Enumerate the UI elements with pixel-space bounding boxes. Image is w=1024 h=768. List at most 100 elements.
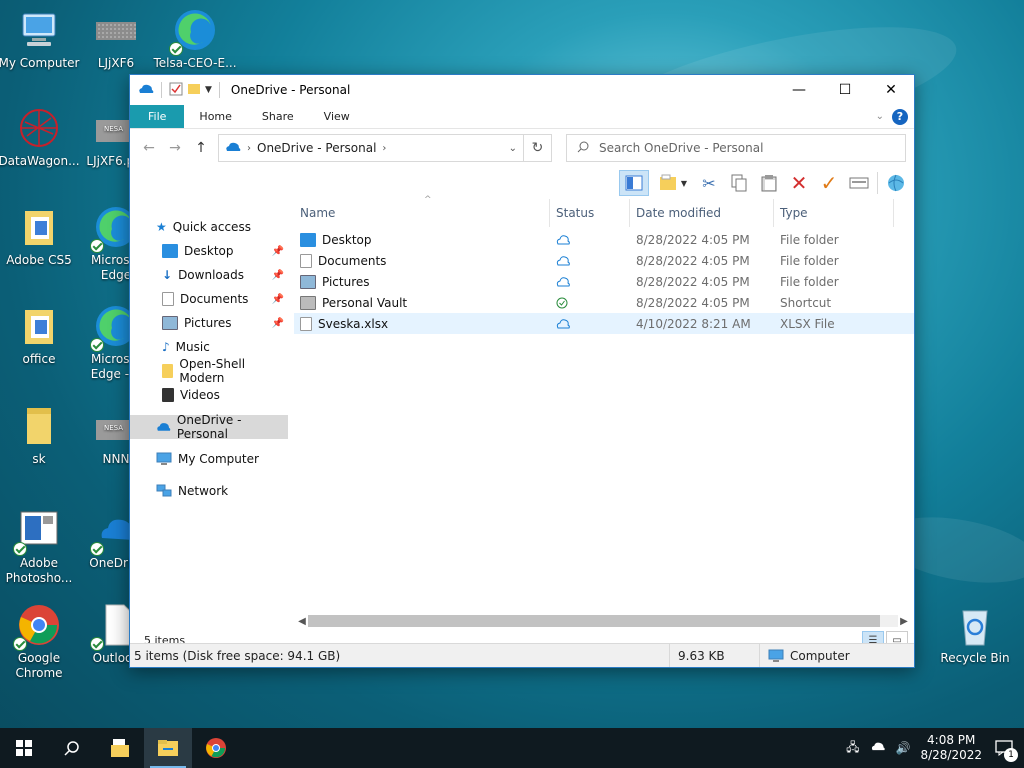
nav-item-desktop[interactable]: Desktop 📌 [130, 239, 288, 263]
properties-icon[interactable] [847, 171, 871, 195]
column-header-row: ^ Name Status Date modified Type [294, 195, 914, 227]
pin-icon[interactable]: 📌 [272, 294, 284, 305]
nav-item-documents[interactable]: Documents 📌 [130, 287, 288, 311]
divider [218, 82, 220, 98]
forward-button[interactable]: → [162, 135, 188, 161]
table-row[interactable]: Personal Vault 8/28/2022 4:05 PM Shortcu… [294, 292, 914, 313]
paste-icon[interactable] [757, 171, 781, 195]
table-row[interactable]: Pictures 8/28/2022 4:05 PM File folder [294, 271, 914, 292]
column-name[interactable]: Name [294, 199, 550, 227]
table-row[interactable]: Desktop 8/28/2022 4:05 PM File folder [294, 229, 914, 250]
refresh-button[interactable]: ↻ [524, 134, 552, 162]
desktop-icon-sk[interactable]: sk [0, 404, 81, 467]
nav-my-computer[interactable]: My Computer [130, 447, 288, 471]
column-type[interactable]: Type [774, 199, 894, 227]
back-button[interactable]: ← [136, 135, 162, 161]
cloud-status-icon [556, 318, 570, 328]
file-explorer-window: ▼ OneDrive - Personal — ☐ ✕ File Home Sh… [129, 74, 915, 668]
taskbar-app-documents[interactable] [96, 728, 144, 768]
chevron-down-icon[interactable]: ⌄ [509, 143, 517, 154]
pin-icon[interactable]: 📌 [272, 246, 284, 257]
nav-label: Open-Shell Modern [179, 357, 246, 385]
desktop-icon-google-chrome[interactable]: Google Chrome [0, 603, 81, 681]
desktop-icon-ljjxf6[interactable]: LJjXF6 [74, 8, 158, 71]
address-bar[interactable]: › OneDrive - Personal › ⌄ [218, 134, 524, 162]
new-folder-icon[interactable]: ▼ [655, 171, 691, 195]
nav-onedrive[interactable]: OneDrive - Personal [130, 413, 288, 441]
column-status[interactable]: Status [550, 199, 630, 227]
file-explorer-icon [158, 740, 178, 756]
properties-icon[interactable] [169, 82, 183, 99]
column-date-modified[interactable]: Date modified [630, 199, 774, 227]
preview-pane-button[interactable] [619, 170, 649, 196]
status-size: 9.63 KB [670, 644, 760, 667]
scroll-right-icon[interactable]: ▶ [898, 616, 910, 627]
taskbar-app-file-explorer[interactable] [144, 728, 192, 768]
nav-quick-access[interactable]: ★ Quick access [130, 215, 288, 239]
search-button[interactable] [48, 728, 96, 768]
delete-icon[interactable]: ✕ [787, 171, 811, 195]
desktop-icon-datawagon[interactable]: DataWagon... [0, 106, 81, 169]
up-button[interactable]: ↑ [188, 135, 214, 161]
pin-icon[interactable]: 📌 [272, 270, 284, 281]
title-bar[interactable]: ▼ OneDrive - Personal — ☐ ✕ [130, 75, 914, 105]
photoshop-icon [13, 508, 61, 556]
recycle-bin-icon [953, 603, 997, 647]
rename-icon[interactable]: ✓ [817, 171, 841, 195]
horizontal-scrollbar[interactable]: ◀ ▶ [296, 613, 910, 629]
chevron-right-icon[interactable]: › [382, 143, 386, 154]
sync-check-icon [90, 239, 104, 253]
help-button[interactable]: ? [892, 108, 908, 125]
chevron-down-icon[interactable]: ▼ [205, 85, 212, 95]
scroll-track[interactable] [308, 615, 898, 627]
copy-icon[interactable] [727, 171, 751, 195]
close-button[interactable]: ✕ [868, 75, 914, 105]
expand-ribbon-icon[interactable]: ⌄ [876, 111, 884, 122]
computer-icon [17, 8, 61, 52]
onedrive-tray-icon[interactable] [870, 741, 886, 755]
file-date: 4/10/2022 8:21 AM [636, 316, 751, 331]
tab-file[interactable]: File [130, 105, 185, 128]
search-box[interactable]: Search OneDrive - Personal [566, 134, 906, 162]
volume-icon[interactable]: 🔊 [896, 741, 911, 755]
taskbar-app-chrome[interactable] [192, 728, 240, 768]
globe-icon[interactable] [884, 171, 908, 195]
desktop-icon-my-computer[interactable]: My Computer [0, 8, 81, 71]
clock[interactable]: 4:08 PM 8/28/2022 [920, 733, 982, 763]
start-button[interactable] [0, 728, 48, 768]
nav-item-open-shell[interactable]: Open-Shell Modern [130, 357, 288, 385]
tab-view[interactable]: View [309, 105, 365, 128]
desktop-icon-adobe-photoshop[interactable]: Adobe Photosho... [0, 508, 81, 586]
nav-label: Quick access [172, 220, 251, 234]
tab-home[interactable]: Home [184, 105, 246, 128]
new-folder-icon[interactable] [187, 82, 201, 99]
minimize-button[interactable]: — [776, 75, 822, 105]
desktop-icon-recycle-bin[interactable]: Recycle Bin [933, 603, 1017, 666]
tab-share[interactable]: Share [247, 105, 309, 128]
nav-item-videos[interactable]: Videos [130, 383, 288, 407]
status-bar: 5 items (Disk free space: 94.1 GB) 9.63 … [130, 643, 914, 667]
cut-icon[interactable]: ✂ [697, 171, 721, 195]
nav-item-downloads[interactable]: ↓ Downloads 📌 [130, 263, 288, 287]
sync-check-icon [90, 338, 104, 352]
desktop-icon-telsa[interactable]: Telsa-CEO-E... [153, 8, 237, 71]
desktop-icon-office[interactable]: office [0, 304, 81, 367]
scroll-left-icon[interactable]: ◀ [296, 616, 308, 627]
folder-icon [17, 304, 61, 348]
nav-label: Pictures [184, 316, 232, 330]
search-icon [577, 141, 589, 156]
file-name: Documents [318, 253, 387, 268]
nav-network[interactable]: Network [130, 479, 288, 503]
table-row[interactable]: Documents 8/28/2022 4:05 PM File folder [294, 250, 914, 271]
table-row[interactable]: Sveska.xlsx 4/10/2022 8:21 AM XLSX File [294, 313, 914, 334]
desktop-icon-adobe-cs5[interactable]: Adobe CS5 [0, 205, 81, 268]
nav-item-music[interactable]: ♪ Music [130, 335, 288, 359]
breadcrumb-location[interactable]: OneDrive - Personal [257, 141, 376, 155]
notification-center-button[interactable]: 1 [992, 736, 1018, 762]
maximize-button[interactable]: ☐ [822, 75, 868, 105]
nav-item-pictures[interactable]: Pictures 📌 [130, 311, 288, 335]
network-icon[interactable]: 🖧 [846, 738, 859, 759]
pin-icon[interactable]: 📌 [272, 318, 284, 329]
nav-label: Documents [180, 292, 249, 306]
scroll-thumb[interactable] [308, 615, 881, 627]
